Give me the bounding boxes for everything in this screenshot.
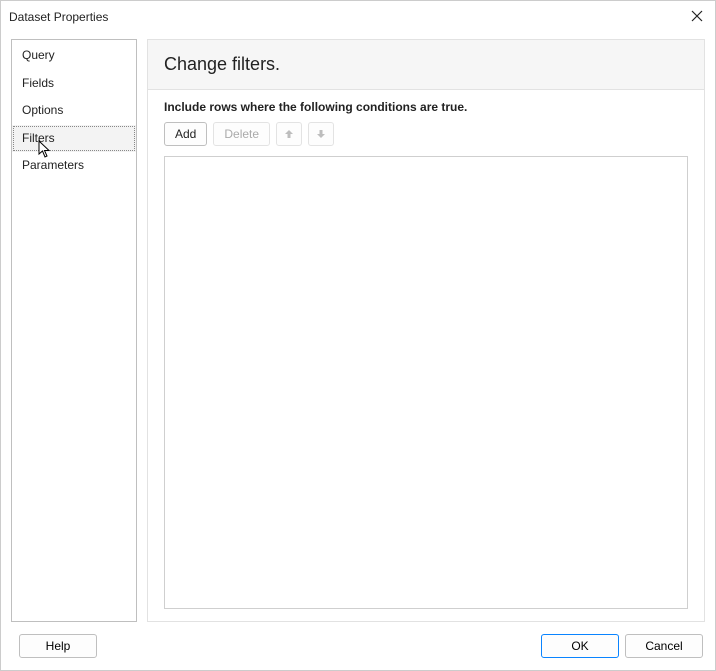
sidebar-item-label: Query [22,48,55,62]
dialog-footer: Help OK Cancel [1,626,715,670]
move-down-button [308,122,334,146]
window-title: Dataset Properties [9,10,108,24]
sidebar-item-fields[interactable]: Fields [12,70,136,98]
close-icon [691,10,703,22]
sidebar-item-label: Options [22,103,63,117]
move-up-button [276,122,302,146]
sidebar-item-filters[interactable]: Filters [12,125,136,153]
titlebar: Dataset Properties [1,1,715,33]
main-header: Change filters. [148,40,704,90]
dataset-properties-dialog: Dataset Properties Query Fields Options … [0,0,716,671]
delete-button: Delete [213,122,270,146]
sidebar-item-parameters[interactable]: Parameters [12,152,136,180]
sidebar: Query Fields Options Filters Parameters [11,39,137,622]
sidebar-item-query[interactable]: Query [12,42,136,70]
sidebar-item-label: Fields [22,76,54,90]
filter-toolbar: Add Delete [164,122,688,146]
close-button[interactable] [685,5,709,27]
ok-button[interactable]: OK [541,634,619,658]
arrow-down-icon [316,129,326,139]
sidebar-item-options[interactable]: Options [12,97,136,125]
sidebar-item-label: Parameters [22,158,84,172]
arrow-up-icon [284,129,294,139]
main-body: Include rows where the following conditi… [148,90,704,621]
filter-list[interactable] [164,156,688,609]
dialog-body: Query Fields Options Filters Parameters … [1,33,715,626]
main-panel: Change filters. Include rows where the f… [147,39,705,622]
instruction-text: Include rows where the following conditi… [164,100,688,114]
help-button[interactable]: Help [19,634,97,658]
cancel-button[interactable]: Cancel [625,634,703,658]
sidebar-item-label: Filters [22,131,55,145]
page-heading: Change filters. [164,54,688,75]
add-button[interactable]: Add [164,122,207,146]
